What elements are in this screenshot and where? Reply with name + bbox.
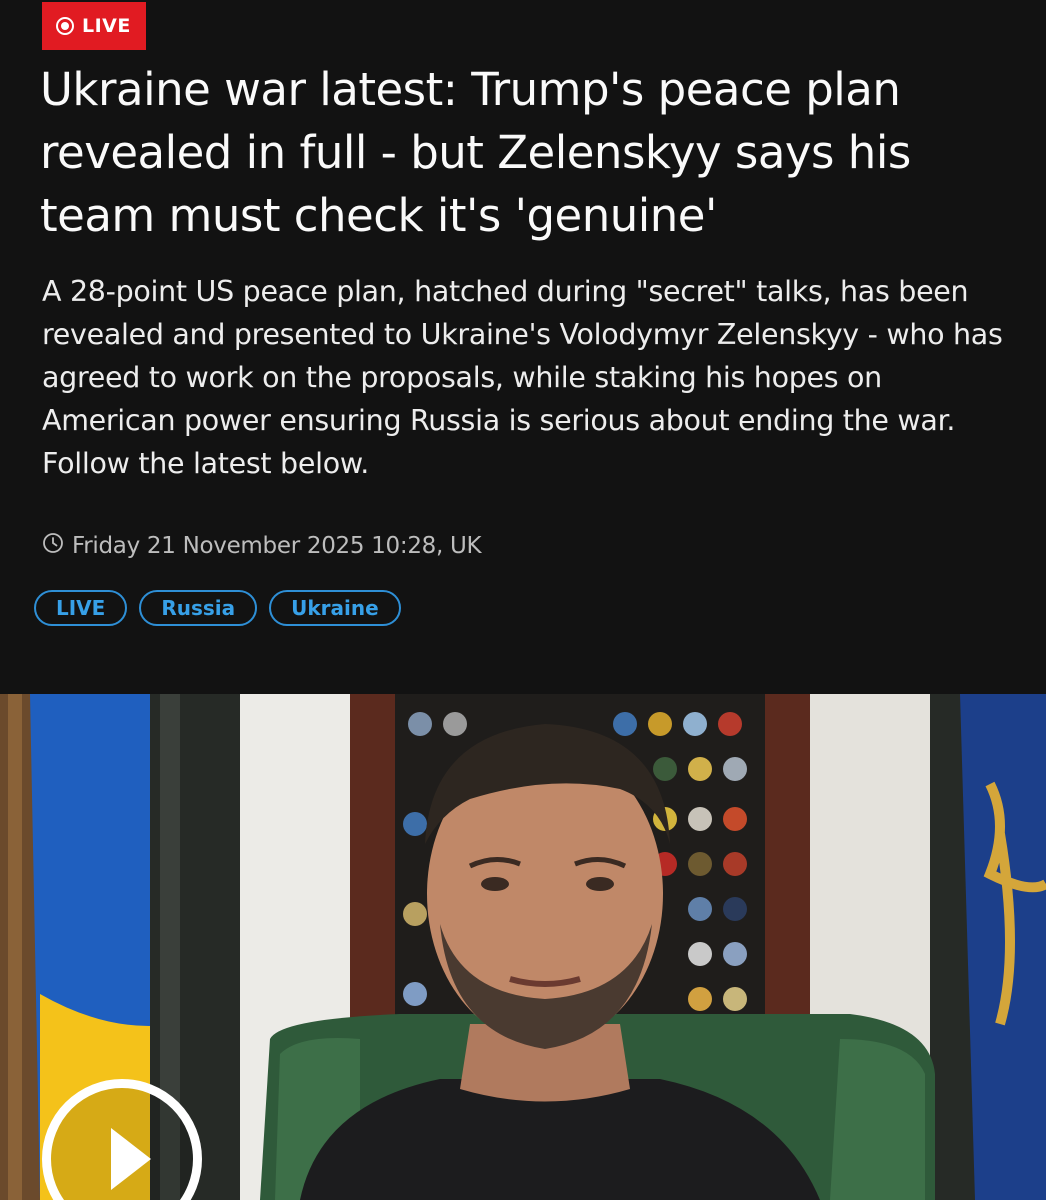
tag-russia[interactable]: Russia xyxy=(139,590,258,626)
article-headline: Ukraine war latest: Trump's peace plan r… xyxy=(40,63,911,242)
live-badge-label: LIVE xyxy=(82,15,131,37)
live-badge: LIVE xyxy=(42,2,146,50)
article-header: LIVE Ukraine war latest: Trump's peace p… xyxy=(0,0,1046,694)
article-timestamp: Friday 21 November 2025 10:28, UK xyxy=(42,530,482,562)
play-icon xyxy=(111,1128,151,1190)
live-indicator-icon xyxy=(56,17,74,35)
topic-tags: LIVE Russia Ukraine xyxy=(34,590,401,626)
tag-ukraine[interactable]: Ukraine xyxy=(269,590,401,626)
timestamp-text: Friday 21 November 2025 10:28, UK xyxy=(72,533,482,559)
article-summary: A 28-point US peace plan, hatched during… xyxy=(42,275,1003,480)
play-button[interactable] xyxy=(42,1079,202,1200)
clock-icon xyxy=(42,532,64,560)
video-player[interactable] xyxy=(0,694,1046,1200)
tag-live[interactable]: LIVE xyxy=(34,590,128,626)
